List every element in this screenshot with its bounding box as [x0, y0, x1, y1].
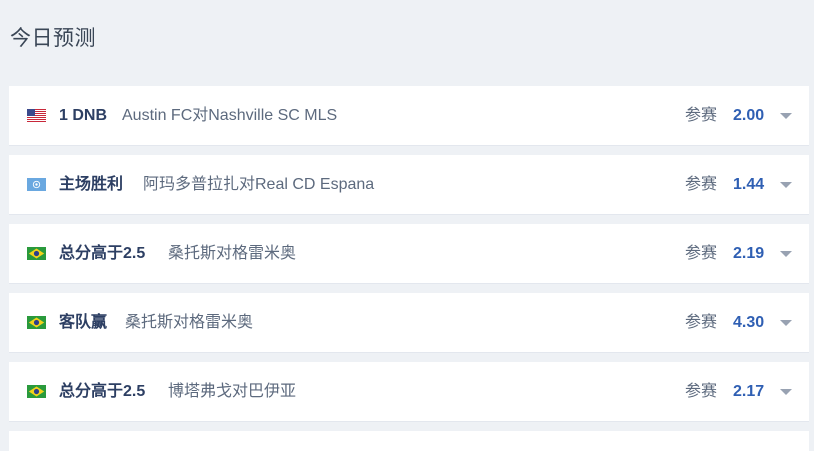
match-name: 桑托斯对格雷米奥 [168, 245, 297, 262]
prediction-row[interactable]: 1 DNB Austin FC对Nashville SC MLS 参赛 2.00 [9, 86, 809, 146]
chevron-down-icon[interactable] [780, 113, 792, 119]
join-label[interactable]: 参赛 [685, 362, 717, 422]
join-label[interactable]: 参赛 [685, 155, 717, 215]
odds-value[interactable]: 2.19 [733, 224, 764, 284]
bet-type-label: 1 DNB [59, 107, 108, 124]
brazil-flag-icon [27, 385, 46, 398]
us-flag-icon [27, 109, 46, 122]
join-label[interactable]: 参赛 [685, 224, 717, 284]
odds-value[interactable]: 2.00 [733, 86, 764, 146]
bet-type-label: 主场胜利 [59, 176, 124, 193]
match-name: 桑托斯对格雷米奥 [125, 314, 254, 331]
prediction-row[interactable]: 主场胜利 阿玛多普拉扎对Real CD Espana 参赛 1.44 [9, 155, 809, 215]
prediction-row[interactable] [9, 431, 809, 451]
bet-type-label: 总分高于2.5 [59, 383, 146, 400]
match-name: 阿玛多普拉扎对Real CD Espana [143, 176, 375, 193]
chevron-down-icon[interactable] [780, 182, 792, 188]
chevron-down-icon[interactable] [780, 389, 792, 395]
brazil-flag-icon [27, 316, 46, 329]
odds-value[interactable]: 1.44 [733, 155, 764, 215]
page-title: 今日预测 [10, 27, 96, 50]
brazil-flag-icon [27, 247, 46, 260]
match-name: 博塔弗戈对巴伊亚 [168, 383, 297, 400]
bet-type-label: 总分高于2.5 [59, 245, 146, 262]
odds-value[interactable]: 4.30 [733, 293, 764, 353]
bet-type-label: 客队赢 [59, 314, 108, 331]
prediction-row[interactable]: 总分高于2.5 博塔弗戈对巴伊亚 参赛 2.17 [9, 362, 809, 422]
chevron-down-icon[interactable] [780, 251, 792, 257]
un-flag-icon [27, 178, 46, 191]
predictions-list: 1 DNB Austin FC对Nashville SC MLS 参赛 2.00… [9, 86, 809, 451]
prediction-row[interactable]: 客队赢 桑托斯对格雷米奥 参赛 4.30 [9, 293, 809, 353]
match-name: Austin FC对Nashville SC MLS [122, 107, 338, 124]
prediction-row[interactable]: 总分高于2.5 桑托斯对格雷米奥 参赛 2.19 [9, 224, 809, 284]
odds-value[interactable]: 2.17 [733, 362, 764, 422]
join-label[interactable]: 参赛 [685, 293, 717, 353]
chevron-down-icon[interactable] [780, 320, 792, 326]
join-label[interactable]: 参赛 [685, 86, 717, 146]
